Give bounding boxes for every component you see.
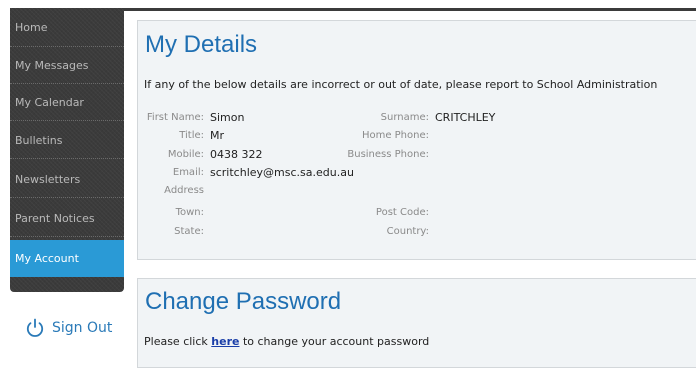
change-password-title: Change Password [145,288,342,315]
change-password-panel: Change Password Please click here to cha… [137,278,696,368]
power-icon [24,317,46,339]
change-password-link[interactable]: here [211,335,239,348]
top-bar [124,8,696,11]
sign-out-label: Sign Out [52,320,113,336]
mobile-value: 0438 322 [210,148,263,161]
change-password-text-before: Please click [144,335,212,348]
my-details-title: My Details [145,31,258,58]
first-name-label: First Name: [146,112,204,123]
sidebar-item-parent-notices[interactable]: Parent Notices [10,200,124,237]
my-details-panel: My Details If any of the below details a… [137,20,696,260]
post-code-label: Post Code: [375,207,429,218]
country-label: Country: [386,226,429,237]
title-label: Title: [179,130,204,141]
details-intro: If any of the below details are incorrec… [144,78,658,91]
sidebar-item-my-account[interactable]: My Account [10,240,124,277]
sign-out-button[interactable]: Sign Out [24,316,112,340]
business-phone-label: Business Phone: [347,149,429,160]
email-value: scritchley@msc.sa.edu.au [210,166,354,179]
home-phone-label: Home Phone: [361,130,429,141]
state-label: State: [174,226,204,237]
sidebar-item-bulletins[interactable]: Bulletins [10,122,124,159]
sidebar-item-home[interactable]: Home [10,8,124,47]
change-password-text-after: to change your account password [239,335,430,348]
sidebar: Home My Messages My Calendar Bulletins N… [10,8,124,292]
address-label: Address [164,185,204,196]
town-label: Town: [175,207,204,218]
sidebar-item-my-messages[interactable]: My Messages [10,47,124,84]
change-password-text: Please click here to change your account… [144,335,429,348]
surname-label: Surname: [380,112,429,123]
sidebar-item-my-calendar[interactable]: My Calendar [10,84,124,121]
mobile-label: Mobile: [167,149,204,160]
surname-value: CRITCHLEY [435,111,496,124]
first-name-value: Simon [210,111,245,124]
email-label: Email: [172,167,204,178]
title-value: Mr [210,129,225,142]
sidebar-item-newsletters[interactable]: Newsletters [10,161,124,198]
